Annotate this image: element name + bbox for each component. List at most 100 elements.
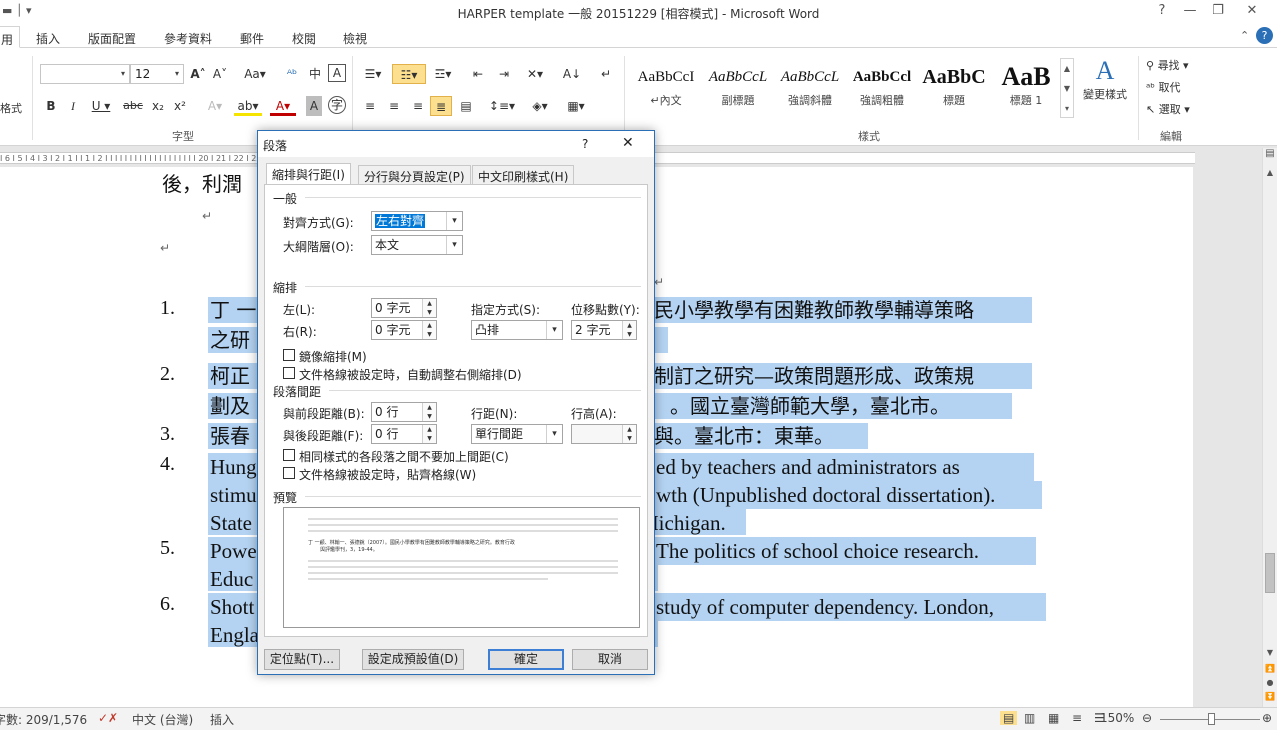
special-indent-select[interactable]: 凸排 ▾	[471, 320, 563, 340]
text-effects-icon[interactable]: A▾	[204, 96, 226, 116]
tab-home[interactable]: 用	[0, 26, 21, 48]
style-subtitle[interactable]: AaBbCcL 副標題	[702, 62, 774, 114]
language-status[interactable]: 中文 (台灣)	[132, 711, 193, 728]
scroll-down-icon[interactable]: ▼	[1263, 648, 1277, 657]
indent-right-input[interactable]: 0 字元 ▲ ▼	[371, 320, 437, 340]
browse-object-icon[interactable]: ●	[1263, 678, 1277, 687]
font-size-combo[interactable]: 12 ▾	[130, 64, 184, 84]
tab-asian-typography[interactable]: 中文印刷樣式(H)	[472, 165, 575, 185]
print-layout-icon[interactable]: ▤	[1000, 711, 1018, 725]
outline-view-icon[interactable]: ≡	[1072, 711, 1082, 725]
space-before-input[interactable]: 0 行 ▲ ▼	[371, 402, 437, 422]
paragraph-dialog[interactable]: 段落 ? ✕ 縮排與行距(I) 分行與分頁設定(P) 中文印刷樣式(H) 一般 …	[257, 130, 655, 675]
dialog-close-icon[interactable]: ✕	[622, 135, 634, 151]
enclose-char-icon[interactable]: 字	[328, 96, 346, 114]
char-shading-icon[interactable]: A	[306, 96, 322, 116]
numbering-icon[interactable]: ☷▾	[392, 64, 426, 84]
multilevel-list-icon[interactable]: ☲▾	[430, 64, 456, 84]
set-default-button[interactable]: 設定成預設值(D)	[362, 649, 464, 670]
prev-page-icon[interactable]: ⏫	[1263, 664, 1277, 673]
indent-left-input[interactable]: 0 字元 ▲ ▼	[371, 298, 437, 318]
proofing-icon[interactable]: ✓✗	[98, 711, 118, 725]
tab-view[interactable]: 檢視	[343, 30, 367, 47]
shrink-font-icon[interactable]: A˅	[210, 64, 230, 84]
space-after-input[interactable]: 0 行 ▲ ▼	[371, 424, 437, 444]
scroll-up-icon[interactable]: ▲	[1263, 168, 1277, 177]
show-marks-icon[interactable]: ↵	[596, 64, 616, 84]
superscript-icon[interactable]: x²	[172, 96, 188, 116]
italic-icon[interactable]: I	[66, 96, 80, 116]
word-count[interactable]: 字數: 209/1,576	[0, 711, 87, 728]
justify-icon[interactable]: ≣	[430, 96, 452, 116]
distributed-icon[interactable]: ▤	[456, 96, 476, 116]
zoom-level[interactable]: 150%	[1100, 711, 1134, 725]
phonetic-guide-icon[interactable]: 中	[305, 64, 325, 84]
tab-mailings[interactable]: 郵件	[240, 30, 264, 47]
font-name-combo[interactable]: ▾	[40, 64, 130, 84]
font-color-icon[interactable]: A▾	[270, 96, 296, 116]
alignment-select[interactable]: 左右對齊 ▾	[371, 211, 463, 231]
shading-icon[interactable]: ◈▾	[526, 96, 554, 116]
strikethrough-icon[interactable]: abc	[122, 96, 144, 116]
grow-font-icon[interactable]: A˄	[188, 64, 208, 84]
no-space-same-style-checkbox[interactable]	[283, 449, 295, 461]
next-page-icon[interactable]: ⏬	[1263, 692, 1277, 701]
asian-layout-icon[interactable]: ✕▾	[522, 64, 548, 84]
tabs-button[interactable]: 定位點(T)...	[264, 649, 340, 670]
highlight-icon[interactable]: ab▾	[234, 96, 262, 116]
line-at-input[interactable]: ▲ ▼	[571, 424, 637, 444]
vertical-scrollbar[interactable]: ▤ ▲ ▼ ⏫ ● ⏬	[1262, 148, 1277, 707]
ribbon-display-icon[interactable]: ?	[1148, 3, 1176, 18]
clear-format-icon[interactable]: ᴬᵇ	[282, 64, 302, 84]
web-layout-icon[interactable]: ▦	[1048, 711, 1059, 725]
zoom-in-icon[interactable]: ⊕	[1262, 711, 1272, 725]
decrease-indent-icon[interactable]: ⇤	[468, 64, 488, 84]
increase-indent-icon[interactable]: ⇥	[494, 64, 514, 84]
styles-scroll-icon[interactable]: ▲ ▼ ▾	[1060, 58, 1074, 118]
outline-level-select[interactable]: 本文 ▾	[371, 235, 463, 255]
style-strong[interactable]: AaBbCcl 強調粗體	[846, 62, 918, 114]
tab-line-page-breaks[interactable]: 分行與分頁設定(P)	[358, 165, 471, 185]
style-title[interactable]: AaBbC 標題	[918, 62, 990, 114]
change-case-icon[interactable]: Aa▾	[240, 64, 270, 84]
zoom-slider-thumb[interactable]	[1208, 713, 1215, 725]
style-normal[interactable]: AaBbCcI ↵內文	[630, 62, 702, 114]
tab-review[interactable]: 校閱	[292, 30, 316, 47]
line-spacing-icon[interactable]: ↕≡▾	[488, 96, 516, 116]
subscript-icon[interactable]: x₂	[150, 96, 166, 116]
dialog-title-bar[interactable]: 段落 ? ✕	[258, 131, 654, 157]
restore-icon[interactable]: ❐	[1204, 3, 1232, 18]
collapse-ribbon-icon[interactable]: ⌃	[1240, 29, 1249, 42]
insert-mode[interactable]: 插入	[210, 711, 234, 728]
close-icon[interactable]: ✕	[1238, 3, 1266, 18]
sort-icon[interactable]: A↓	[562, 64, 582, 84]
tab-references[interactable]: 參考資料	[164, 30, 212, 47]
ruler-toggle-icon[interactable]: ▤	[1263, 148, 1277, 159]
style-heading1[interactable]: AaB 標題 1	[990, 62, 1062, 114]
tab-indents-spacing[interactable]: 縮排與行距(I)	[266, 163, 351, 185]
line-spacing-select[interactable]: 單行間距 ▾	[471, 424, 563, 444]
align-right-icon[interactable]: ≡	[408, 96, 428, 116]
underline-icon[interactable]: U ▾	[88, 96, 114, 116]
style-emphasis[interactable]: AaBbCcL 強調斜體	[774, 62, 846, 114]
dialog-help-icon[interactable]: ?	[582, 137, 588, 151]
change-styles-button[interactable]: A 變更樣式	[1080, 56, 1130, 102]
indent-by-input[interactable]: 2 字元 ▲ ▼	[571, 320, 637, 340]
replace-button[interactable]: ᵃᵇ 取代	[1146, 78, 1181, 98]
format-painter-label[interactable]: 格式	[0, 100, 22, 116]
bold-icon[interactable]: B	[44, 96, 58, 116]
snap-grid-checkbox[interactable]	[283, 467, 295, 479]
char-border-icon[interactable]: A	[328, 64, 346, 82]
zoom-out-icon[interactable]: ⊖	[1142, 711, 1152, 725]
select-button[interactable]: ↖ 選取 ▾	[1146, 100, 1190, 120]
align-center-icon[interactable]: ≡	[384, 96, 404, 116]
borders-icon[interactable]: ▦▾	[562, 96, 590, 116]
ok-button[interactable]: 確定	[488, 649, 564, 670]
cancel-button[interactable]: 取消	[572, 649, 648, 670]
full-screen-icon[interactable]: ▥	[1024, 711, 1035, 725]
tab-insert[interactable]: 插入	[36, 30, 60, 47]
find-button[interactable]: ⚲ 尋找 ▾	[1146, 56, 1189, 76]
scroll-thumb[interactable]	[1265, 553, 1275, 593]
auto-adjust-checkbox[interactable]	[283, 367, 295, 379]
mirror-indent-checkbox[interactable]	[283, 349, 295, 361]
